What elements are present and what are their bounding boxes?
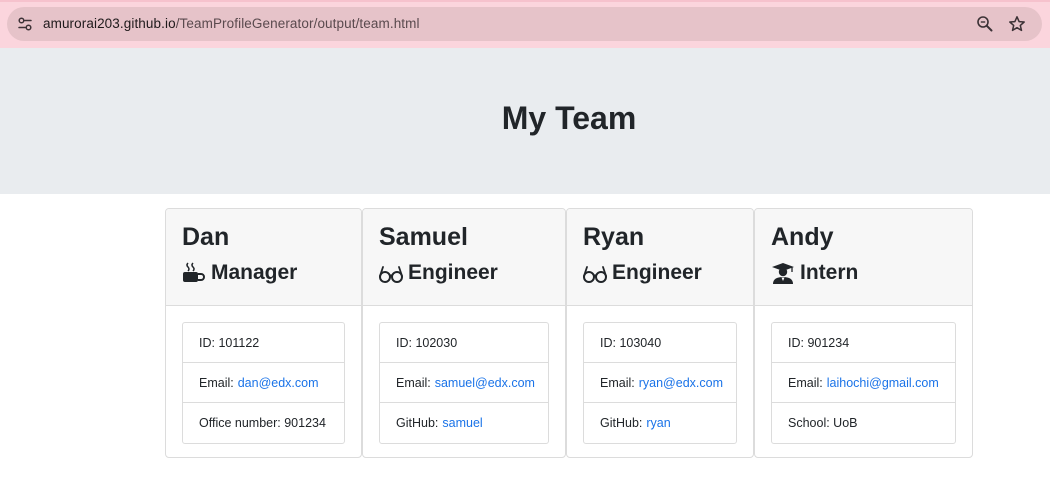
employee-role: Manager	[182, 261, 297, 285]
employee-email: Email: samuel@edx.com	[380, 363, 548, 403]
id-text: ID: 101122	[199, 335, 260, 350]
glasses-icon	[379, 266, 403, 283]
employee-details: ID: 101122 Email: dan@edx.com Office numb…	[182, 322, 345, 444]
employee-role: Intern	[771, 261, 858, 285]
employee-name: Ryan	[583, 223, 645, 251]
email-link[interactable]: dan@edx.com	[238, 376, 319, 390]
role-label: Engineer	[612, 261, 702, 284]
office-number: Office number: 901234	[183, 403, 344, 443]
school-text: School: UoB	[788, 416, 858, 430]
email-label: Email:	[788, 375, 823, 390]
card-header: Ryan Engineer	[567, 209, 753, 306]
employee-card-engineer: Ryan Engineer ID: 103040 Email: ryan@edx.…	[566, 208, 754, 458]
card-header: Andy Intern	[755, 209, 972, 306]
github-label: GitHub:	[600, 416, 643, 430]
glasses-icon	[583, 266, 607, 283]
employee-id: ID: 102030	[380, 323, 548, 363]
url-host: amurorai203.github.io	[43, 16, 176, 31]
github-link[interactable]: samuel	[442, 416, 482, 430]
employee-details: ID: 102030 Email: samuel@edx.com GitHub: s…	[379, 322, 549, 444]
employee-role: Engineer	[379, 261, 498, 285]
card-header: Dan Manager	[166, 209, 361, 306]
employee-name: Dan	[182, 223, 230, 251]
email-link[interactable]: laihochi@gmail.com	[827, 376, 939, 390]
school: School: UoB	[772, 403, 955, 443]
employee-email: Email: ryan@edx.com	[584, 363, 736, 403]
url-path: /TeamProfileGenerator/output/team.html	[175, 16, 420, 31]
page-header: My Team	[0, 48, 1050, 194]
email-link[interactable]: samuel@edx.com	[435, 376, 535, 390]
employee-card-manager: Dan Manager ID: 101122 Email: dan@edx.com…	[165, 208, 362, 458]
site-settings-icon[interactable]	[17, 16, 33, 32]
bookmark-star-icon[interactable]	[1008, 15, 1026, 33]
github: GitHub: ryan	[584, 403, 736, 443]
card-header: Samuel Engineer	[363, 209, 565, 306]
tab-strip-edge	[0, 0, 1050, 2]
address-bar[interactable]: amurorai203.github.io/TeamProfileGenerat…	[7, 7, 1042, 41]
employee-details: ID: 901234 Email: laihochi@gmail.com Scho…	[771, 322, 956, 444]
graduate-icon	[772, 263, 794, 284]
id-text: ID: 901234	[788, 335, 850, 350]
url-text[interactable]: amurorai203.github.io/TeamProfileGenerat…	[43, 16, 420, 31]
employee-details: ID: 103040 Email: ryan@edx.com GitHub: rya…	[583, 322, 737, 444]
employee-card-engineer: Samuel Engineer ID: 102030 Email: samuel@…	[362, 208, 566, 458]
email-link[interactable]: ryan@edx.com	[639, 376, 723, 390]
id-text: ID: 103040	[600, 335, 662, 350]
email-label: Email:	[600, 375, 635, 390]
employee-name: Andy	[771, 223, 834, 251]
employee-id: ID: 101122	[183, 323, 344, 363]
zoom-icon[interactable]	[976, 15, 994, 33]
github-label: GitHub:	[396, 416, 439, 430]
role-label: Intern	[800, 261, 859, 284]
coffee-icon	[183, 262, 205, 282]
employee-id: ID: 901234	[772, 323, 955, 363]
id-text: ID: 102030	[396, 335, 458, 350]
employee-email: Email: laihochi@gmail.com	[772, 363, 955, 403]
role-label: Engineer	[408, 261, 498, 284]
email-label: Email:	[396, 375, 431, 390]
employee-card-intern: Andy Intern ID: 901234 Email: laihochi@gm…	[754, 208, 973, 458]
page-title: My Team	[501, 100, 637, 136]
github-link[interactable]: ryan	[646, 416, 670, 430]
email-label: Email:	[199, 375, 234, 390]
office-number-text: Office number: 901234	[199, 416, 326, 430]
employee-role: Engineer	[583, 261, 702, 285]
browser-toolbar: amurorai203.github.io/TeamProfileGenerat…	[0, 0, 1050, 48]
github: GitHub: samuel	[380, 403, 548, 443]
role-label: Manager	[211, 261, 298, 284]
employee-id: ID: 103040	[584, 323, 736, 363]
employee-email: Email: dan@edx.com	[183, 363, 344, 403]
employee-name: Samuel	[379, 223, 468, 251]
